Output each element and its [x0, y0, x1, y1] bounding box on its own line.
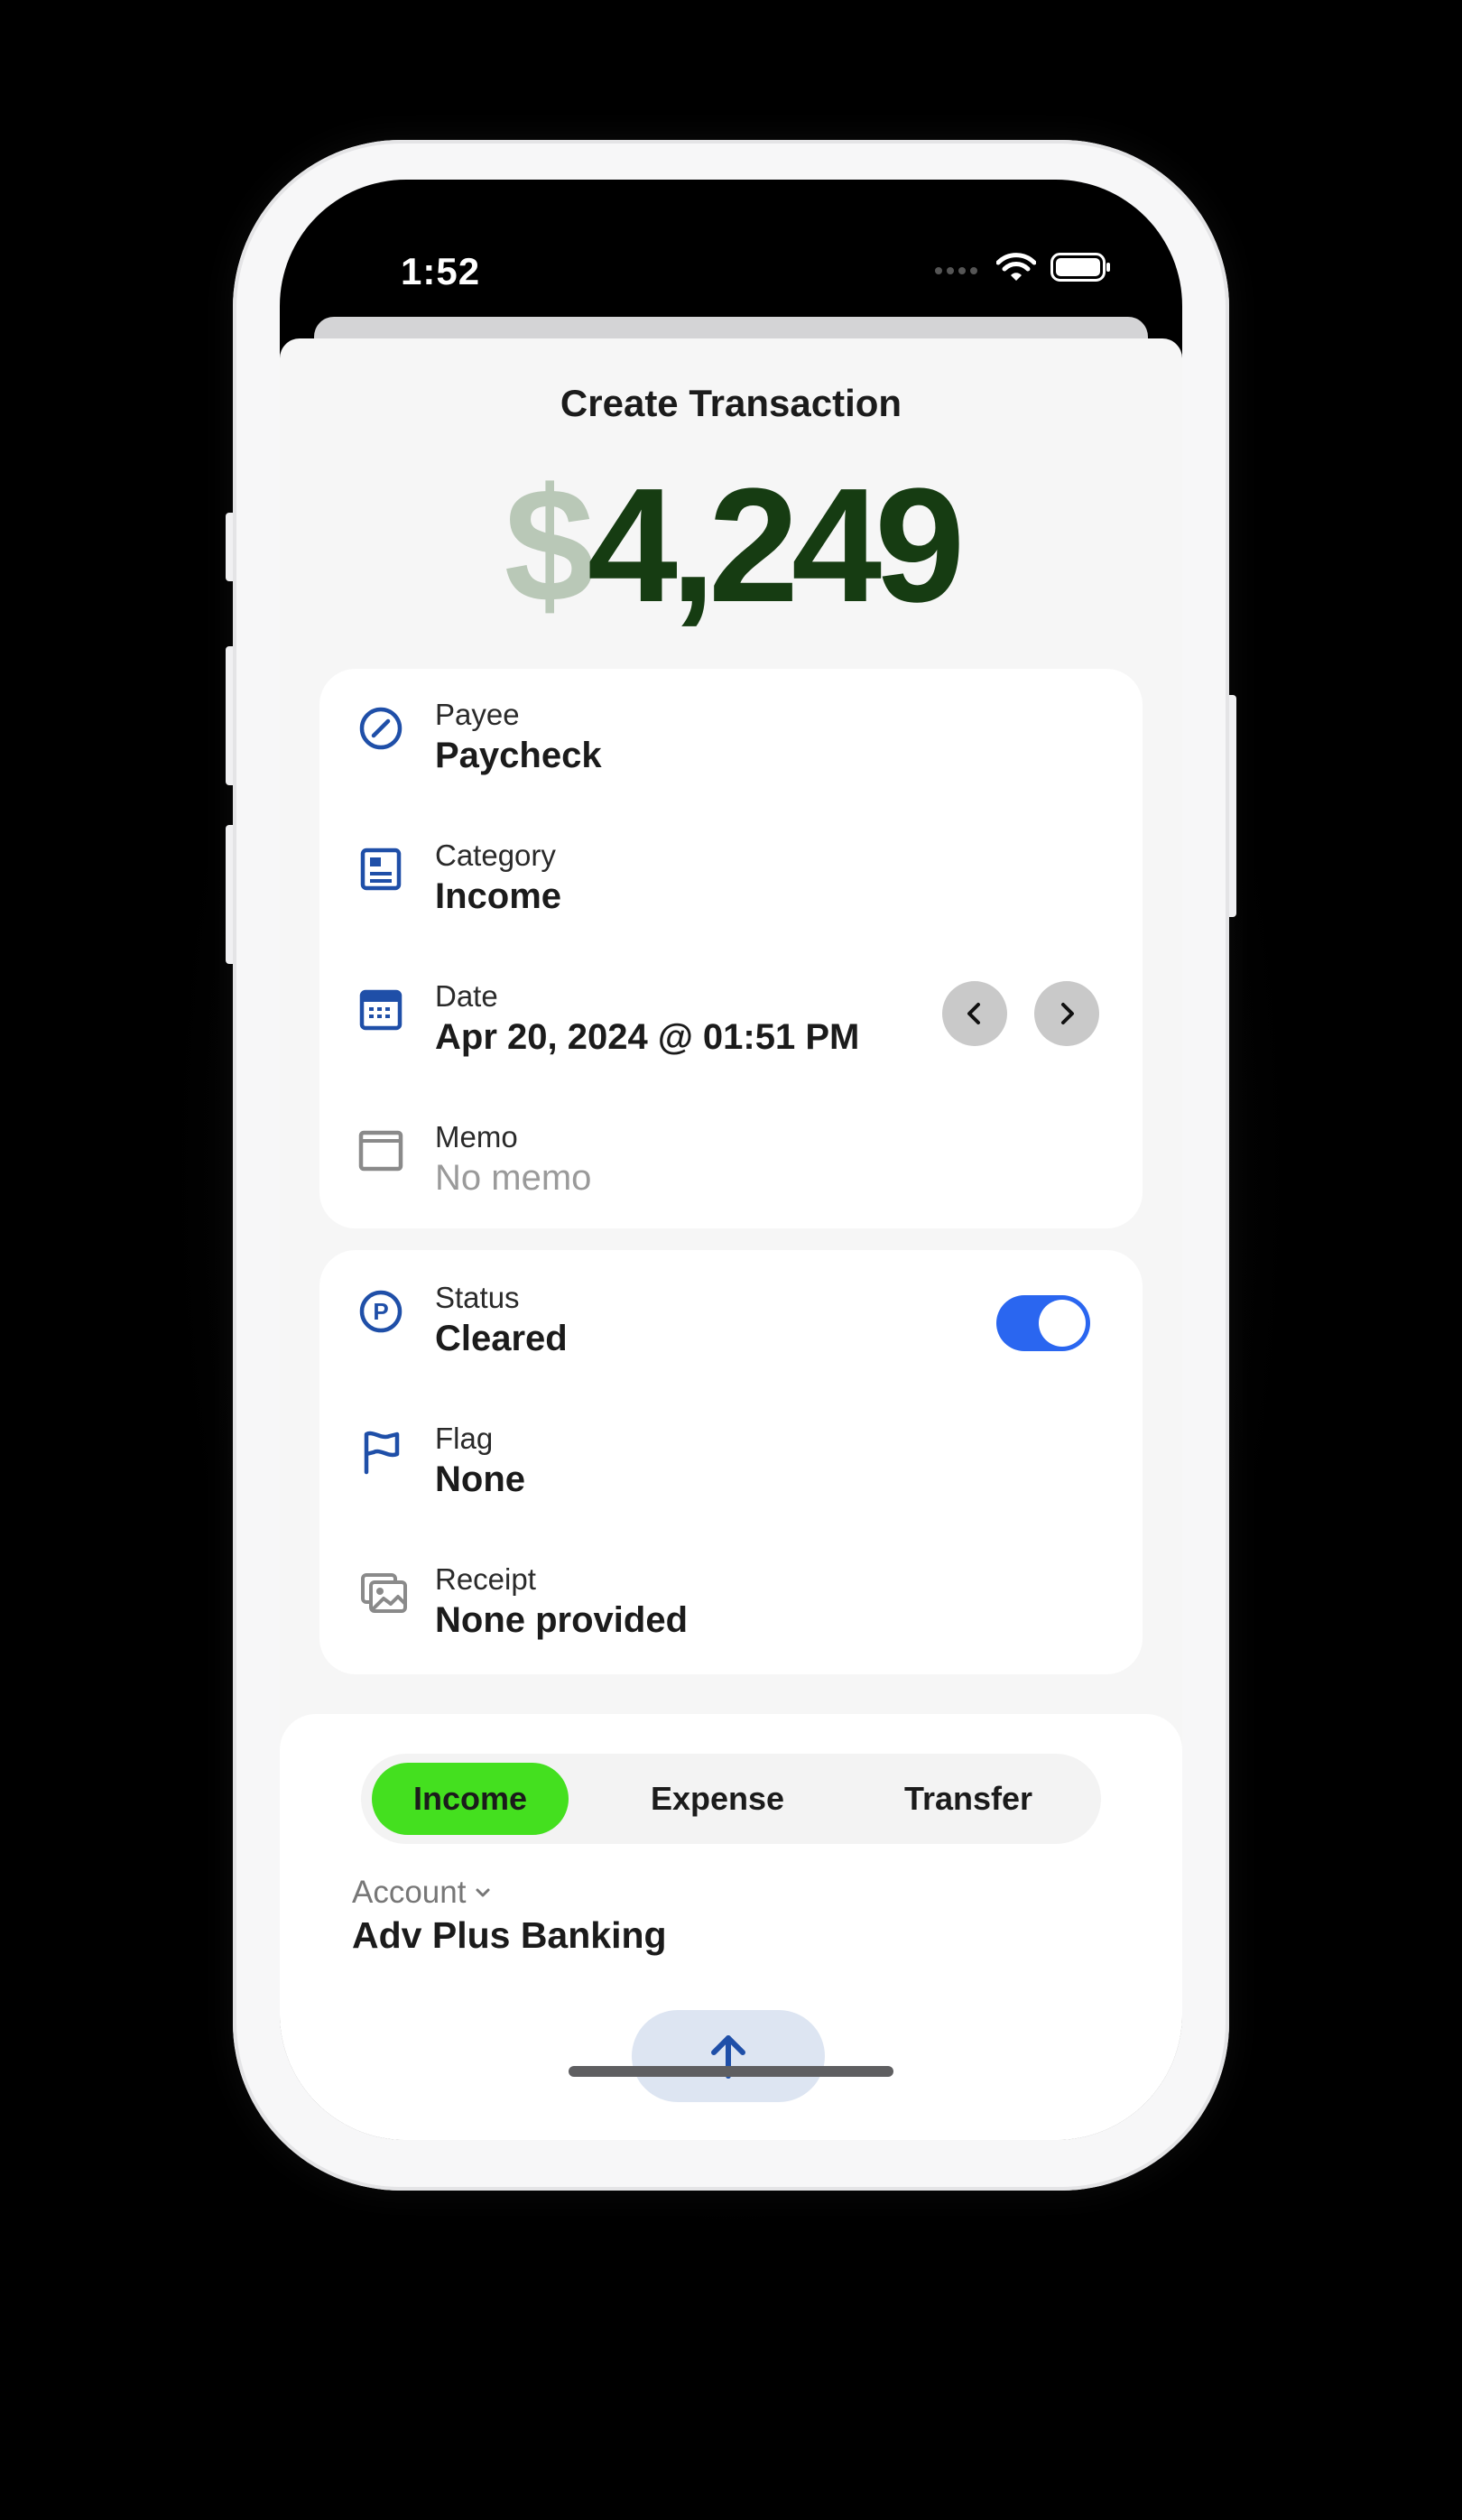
chevron-right-icon: [1061, 1003, 1074, 1024]
payee-row[interactable]: Payee Paycheck: [319, 678, 1143, 786]
home-indicator[interactable]: [569, 2066, 893, 2077]
details-card: Payee Paycheck Category Income Date Apr …: [319, 669, 1143, 1228]
account-label: Account: [352, 1875, 467, 1910]
status-time: 1:52: [401, 250, 481, 292]
svg-text:P: P: [373, 1298, 388, 1325]
tab-transfer[interactable]: Transfer: [856, 1763, 1081, 1835]
status-value: Cleared: [435, 1319, 568, 1358]
flag-label: Flag: [435, 1422, 494, 1455]
flag-icon: [364, 1431, 400, 1475]
memo-label: Memo: [435, 1120, 518, 1153]
payee-value: Paycheck: [435, 736, 602, 775]
category-list-icon: [360, 848, 402, 891]
amount-value: 4,249: [587, 455, 965, 636]
transaction-type-selector: Income Expense Transfer: [361, 1754, 1101, 1844]
currency-symbol: $: [504, 455, 595, 636]
memo-value: No memo: [435, 1158, 592, 1198]
account-selector[interactable]: Account: [352, 1875, 493, 1911]
compass-icon: [359, 707, 403, 750]
category-row[interactable]: Category Income: [319, 819, 1143, 927]
page-title: Create Transaction: [560, 382, 902, 424]
flag-value: None: [435, 1459, 525, 1499]
battery-icon: [1050, 253, 1110, 282]
date-label: Date: [435, 979, 498, 1013]
extras-card: P Status Cleared Flag None Receipt None …: [319, 1250, 1143, 1674]
screen: 1:52 Create Transaction $4,249 Payee Pay…: [280, 180, 1182, 2140]
phone-frame: 1:52 Create Transaction $4,249 Payee Pay…: [233, 140, 1229, 2191]
status-bar: 1:52: [280, 180, 1182, 333]
flag-row[interactable]: Flag None: [319, 1402, 1143, 1510]
category-value: Income: [435, 876, 562, 916]
category-label: Category: [435, 838, 556, 872]
amount-display[interactable]: $4,249: [280, 465, 1182, 627]
chevron-left-icon: [967, 1003, 980, 1024]
memo-row[interactable]: Memo No memo: [319, 1100, 1143, 1209]
status-p-icon: P: [359, 1290, 403, 1333]
cleared-toggle[interactable]: [996, 1295, 1090, 1351]
status-row: P Status Cleared: [319, 1261, 1143, 1369]
toggle-knob: [1039, 1300, 1086, 1347]
memo-icon: [358, 1130, 403, 1172]
calendar-icon: [359, 989, 403, 1031]
receipt-label: Receipt: [435, 1562, 536, 1596]
photos-icon: [361, 1573, 407, 1613]
cellular-signal-icon: [935, 267, 977, 274]
status-label: Status: [435, 1281, 520, 1314]
tab-income[interactable]: Income: [372, 1763, 569, 1835]
date-value: Apr 20, 2024 @ 01:51 PM: [435, 1017, 860, 1057]
receipt-value: None provided: [435, 1600, 689, 1640]
date-row[interactable]: Date Apr 20, 2024 @ 01:51 PM: [319, 959, 1143, 1068]
account-value[interactable]: Adv Plus Banking: [352, 1914, 667, 1957]
chevron-down-icon: [476, 1888, 490, 1897]
next-date-button[interactable]: [1034, 981, 1099, 1046]
submit-button[interactable]: [632, 2010, 825, 2102]
payee-label: Payee: [435, 698, 520, 731]
previous-date-button[interactable]: [942, 981, 1007, 1046]
receipt-row[interactable]: Receipt None provided: [319, 1543, 1143, 1651]
status-icons: [935, 252, 1112, 283]
wifi-icon: [996, 253, 1036, 281]
tab-expense[interactable]: Expense: [605, 1763, 830, 1835]
